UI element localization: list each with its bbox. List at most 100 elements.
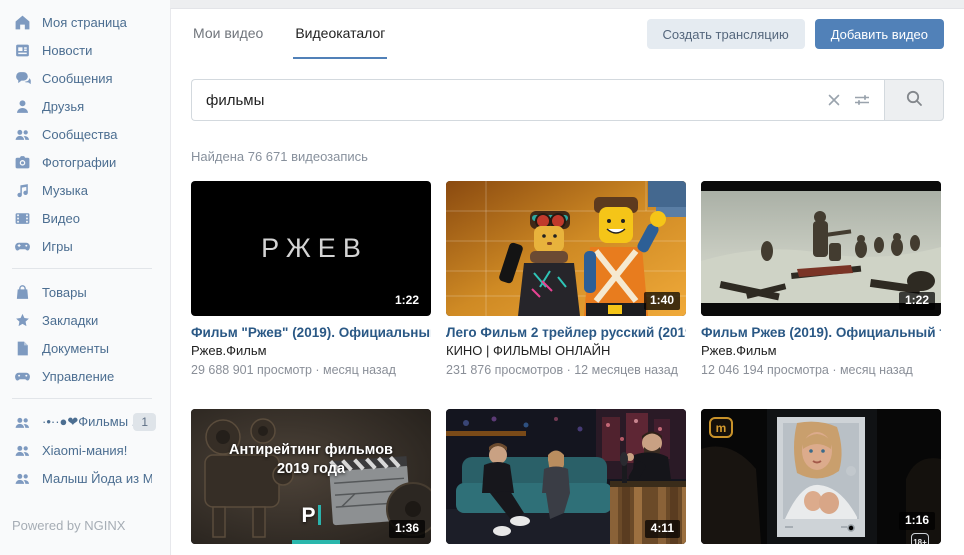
sidebar-item-music[interactable]: Музыка <box>12 176 170 204</box>
tab-my-videos[interactable]: Мои видео <box>191 9 265 59</box>
sidebar-item-bookmarks[interactable]: Закладки <box>12 306 170 334</box>
group-counter-badge: 1 <box>133 413 156 431</box>
sidebar-divider <box>12 268 152 269</box>
video-thumbnail[interactable]: 1:22 <box>701 181 941 316</box>
shopping-bag-icon <box>12 282 32 302</box>
video-card: Антирейтинг фильмов 2019 года P 1:36 <box>191 409 431 544</box>
video-author[interactable]: Ржев.Фильм <box>701 342 941 360</box>
sidebar-item-manage[interactable]: Управление <box>12 362 170 390</box>
video-title[interactable]: Фильм "Ржев" (2019). Официальный тр... <box>191 324 431 342</box>
search-icon <box>905 89 924 111</box>
progress-bar <box>292 540 340 544</box>
group-icon <box>12 440 32 460</box>
sidebar-item-video[interactable]: Видео <box>12 204 170 232</box>
document-icon <box>12 338 32 358</box>
add-video-button[interactable]: Добавить видео <box>815 19 944 49</box>
search-input[interactable] <box>192 92 820 109</box>
video-duration-badge: 4:11 <box>645 520 680 538</box>
m-logo-badge: m <box>709 417 733 438</box>
sidebar-group-label: Xiaomi-мания! <box>42 443 127 458</box>
thumbnail-title-text: Антирейтинг фильмов 2019 года <box>191 441 431 479</box>
group-icon <box>12 468 32 488</box>
sidebar-item-label: Друзья <box>42 99 84 114</box>
news-icon <box>12 40 32 60</box>
page-background-strip <box>170 0 964 8</box>
sidebar-item-market[interactable]: Товары <box>12 278 170 306</box>
sidebar-item-label: Музыка <box>42 183 88 198</box>
sidebar: Моя страница Новости Сообщения Друзья Со… <box>0 0 170 555</box>
sidebar-item-label: Фотографии <box>42 155 116 170</box>
filter-icon[interactable] <box>848 86 876 114</box>
music-icon <box>12 180 32 200</box>
search-box <box>191 79 884 121</box>
sidebar-item-label: Видео <box>42 211 80 226</box>
friends-icon <box>12 96 32 116</box>
video-duration-badge: 1:40 <box>644 292 680 310</box>
sidebar-item-news[interactable]: Новости <box>12 36 170 64</box>
header-actions: Создать трансляцию Добавить видео <box>647 19 944 49</box>
sidebar-group-films[interactable]: ·•··●❤Фильмы ... 1 <box>12 408 170 436</box>
group-icon <box>12 412 32 432</box>
video-title[interactable]: Фильм Ржев (2019). Официальный тре... <box>701 324 941 342</box>
video-card: 4:11 <box>446 409 686 544</box>
results-count: Найдена 76 671 видеозапись <box>191 149 944 164</box>
sidebar-item-communities[interactable]: Сообщества <box>12 120 170 148</box>
video-author[interactable]: КИНО | ФИЛЬМЫ ОНЛАЙН <box>446 342 686 360</box>
video-duration-badge: 1:36 <box>389 520 425 538</box>
sidebar-item-label: Управление <box>42 369 114 384</box>
sidebar-group-yoda[interactable]: Малыш Йода из М.. <box>12 464 170 492</box>
star-icon <box>12 310 32 330</box>
sidebar-item-label: Игры <box>42 239 73 254</box>
app: Моя страница Новости Сообщения Друзья Со… <box>0 0 964 555</box>
video-thumbnail[interactable]: m 1:16 18+ <box>701 409 941 544</box>
sidebar-group-label: Малыш Йода из М.. <box>42 471 152 486</box>
sidebar-group-label: ·•··●❤Фильмы ... <box>42 414 133 430</box>
video-grid: РЖЕВ 1:22 Фильм "Ржев" (2019). Официальн… <box>191 181 944 544</box>
create-broadcast-button[interactable]: Создать трансляцию <box>647 19 805 49</box>
clear-search-icon[interactable] <box>820 86 848 114</box>
search-button[interactable] <box>884 79 944 121</box>
video-card: РЖЕВ 1:22 Фильм "Ржев" (2019). Официальн… <box>191 181 431 379</box>
tabs: Мои видео Видеокаталог <box>191 9 387 59</box>
video-duration-badge: 1:22 <box>389 292 425 310</box>
photos-icon <box>12 152 32 172</box>
main-area: Мои видео Видеокаталог Создать трансляци… <box>170 0 964 555</box>
video-panel: Мои видео Видеокаталог Создать трансляци… <box>170 8 964 555</box>
video-thumbnail[interactable]: 1:40 <box>446 181 686 316</box>
sidebar-item-label: Закладки <box>42 313 98 328</box>
sidebar-item-label: Новости <box>42 43 92 58</box>
video-stats: 231 876 просмотров · 12 месяцев назад <box>446 362 686 379</box>
sidebar-item-messages[interactable]: Сообщения <box>12 64 170 92</box>
video-icon <box>12 208 32 228</box>
sidebar-item-profile[interactable]: Моя страница <box>12 8 170 36</box>
tab-video-catalog[interactable]: Видеокаталог <box>293 9 387 59</box>
gamepad-icon <box>12 236 32 256</box>
video-author[interactable]: Ржев.Фильм <box>191 342 431 360</box>
sidebar-item-label: Сообщества <box>42 127 118 142</box>
video-card: 1:40 Лего Фильм 2 трейлер русский (2019)… <box>446 181 686 379</box>
video-card: 1:22 Фильм Ржев (2019). Официальный тре.… <box>701 181 941 379</box>
video-thumbnail[interactable]: Антирейтинг фильмов 2019 года P 1:36 <box>191 409 431 544</box>
home-icon <box>12 12 32 32</box>
sidebar-item-documents[interactable]: Документы <box>12 334 170 362</box>
video-thumbnail[interactable]: 4:11 <box>446 409 686 544</box>
video-thumbnail[interactable]: РЖЕВ 1:22 <box>191 181 431 316</box>
powered-by-label: Powered by NGINX <box>12 518 125 533</box>
video-stats: 12 046 194 просмотра · месяц назад <box>701 362 941 379</box>
messages-icon <box>12 68 32 88</box>
search-bar <box>191 79 944 121</box>
sidebar-item-friends[interactable]: Друзья <box>12 92 170 120</box>
sidebar-item-label: Товары <box>42 285 87 300</box>
sidebar-item-label: Документы <box>42 341 109 356</box>
video-card: m 1:16 18+ <box>701 409 941 544</box>
sidebar-item-games[interactable]: Игры <box>12 232 170 260</box>
video-stats: 29 688 901 просмотр · месяц назад <box>191 362 431 379</box>
video-duration-badge: 1:22 <box>899 292 935 310</box>
sidebar-group-xiaomi[interactable]: Xiaomi-мания! <box>12 436 170 464</box>
sidebar-item-photos[interactable]: Фотографии <box>12 148 170 176</box>
video-title[interactable]: Лего Фильм 2 трейлер русский (2019) <box>446 324 686 342</box>
manage-icon <box>12 366 32 386</box>
sidebar-item-label: Сообщения <box>42 71 113 86</box>
sidebar-item-label: Моя страница <box>42 15 127 30</box>
panel-header: Мои видео Видеокаталог Создать трансляци… <box>191 9 944 59</box>
